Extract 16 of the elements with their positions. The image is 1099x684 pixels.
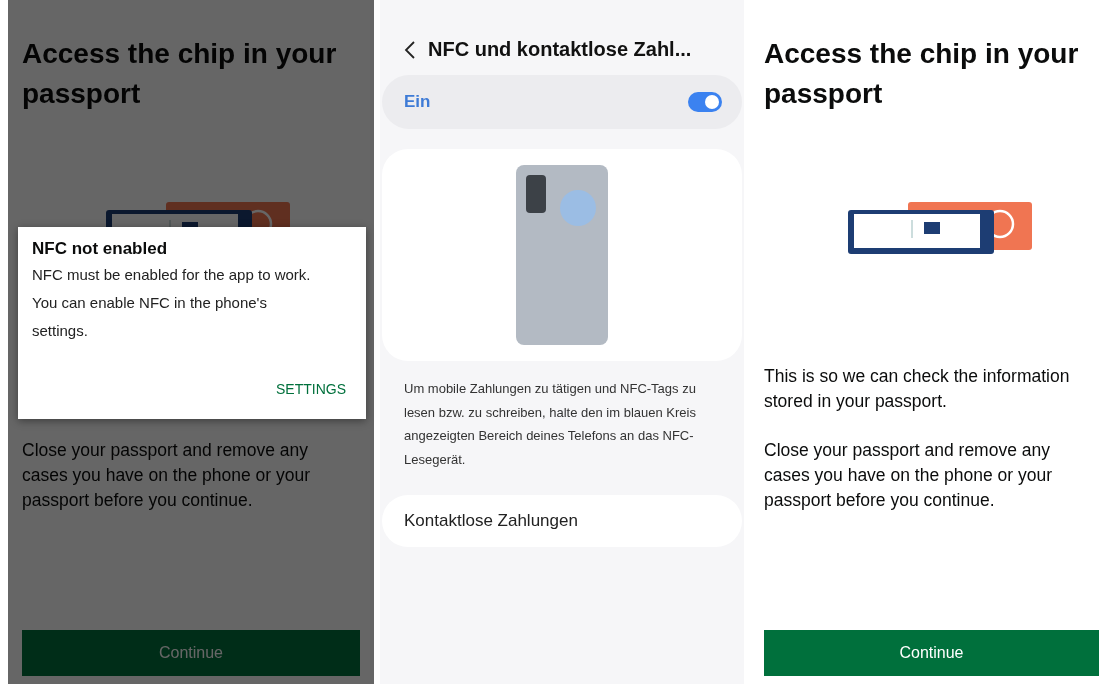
page-heading: Access the chip in your passport bbox=[764, 37, 1080, 111]
body-text: Close your passport and remove any cases you have on the phone or your passport before you continue. bbox=[764, 439, 1053, 512]
settings-item[interactable]: Kontaktlose Zahlungen bbox=[382, 495, 742, 547]
dialog-message: NFC must be enabled for the app to work. You can enable NFC in the phone's settings. bbox=[32, 265, 312, 341]
screen-title: NFC und kontaktlose Zahl... bbox=[428, 38, 692, 61]
page-heading: Access the chip in your passport bbox=[22, 37, 338, 111]
continue-button[interactable]: Continue bbox=[764, 630, 1099, 676]
back-icon[interactable] bbox=[404, 39, 416, 60]
toggle-label: Ein bbox=[404, 92, 431, 112]
settings-button[interactable]: SETTINGS bbox=[274, 379, 348, 399]
toggle-switch[interactable] bbox=[688, 92, 722, 112]
body-text: This is so we can check the information stored in your passport. bbox=[764, 365, 1071, 413]
dialog-title: NFC not enabled bbox=[32, 239, 169, 259]
toggle-row[interactable]: Ein bbox=[382, 75, 742, 129]
description-text: Um mobile Zahlungen zu tätigen und NFC-Tags zu lesen bzw. zu schreiben, halte den im blauen Kreis angezeigten Bereich deines Telefons an das NFC-Lesegerät. bbox=[404, 380, 697, 469]
body-text: Close your passport and remove any cases you have on the phone or your passport before you continue. bbox=[22, 439, 311, 512]
